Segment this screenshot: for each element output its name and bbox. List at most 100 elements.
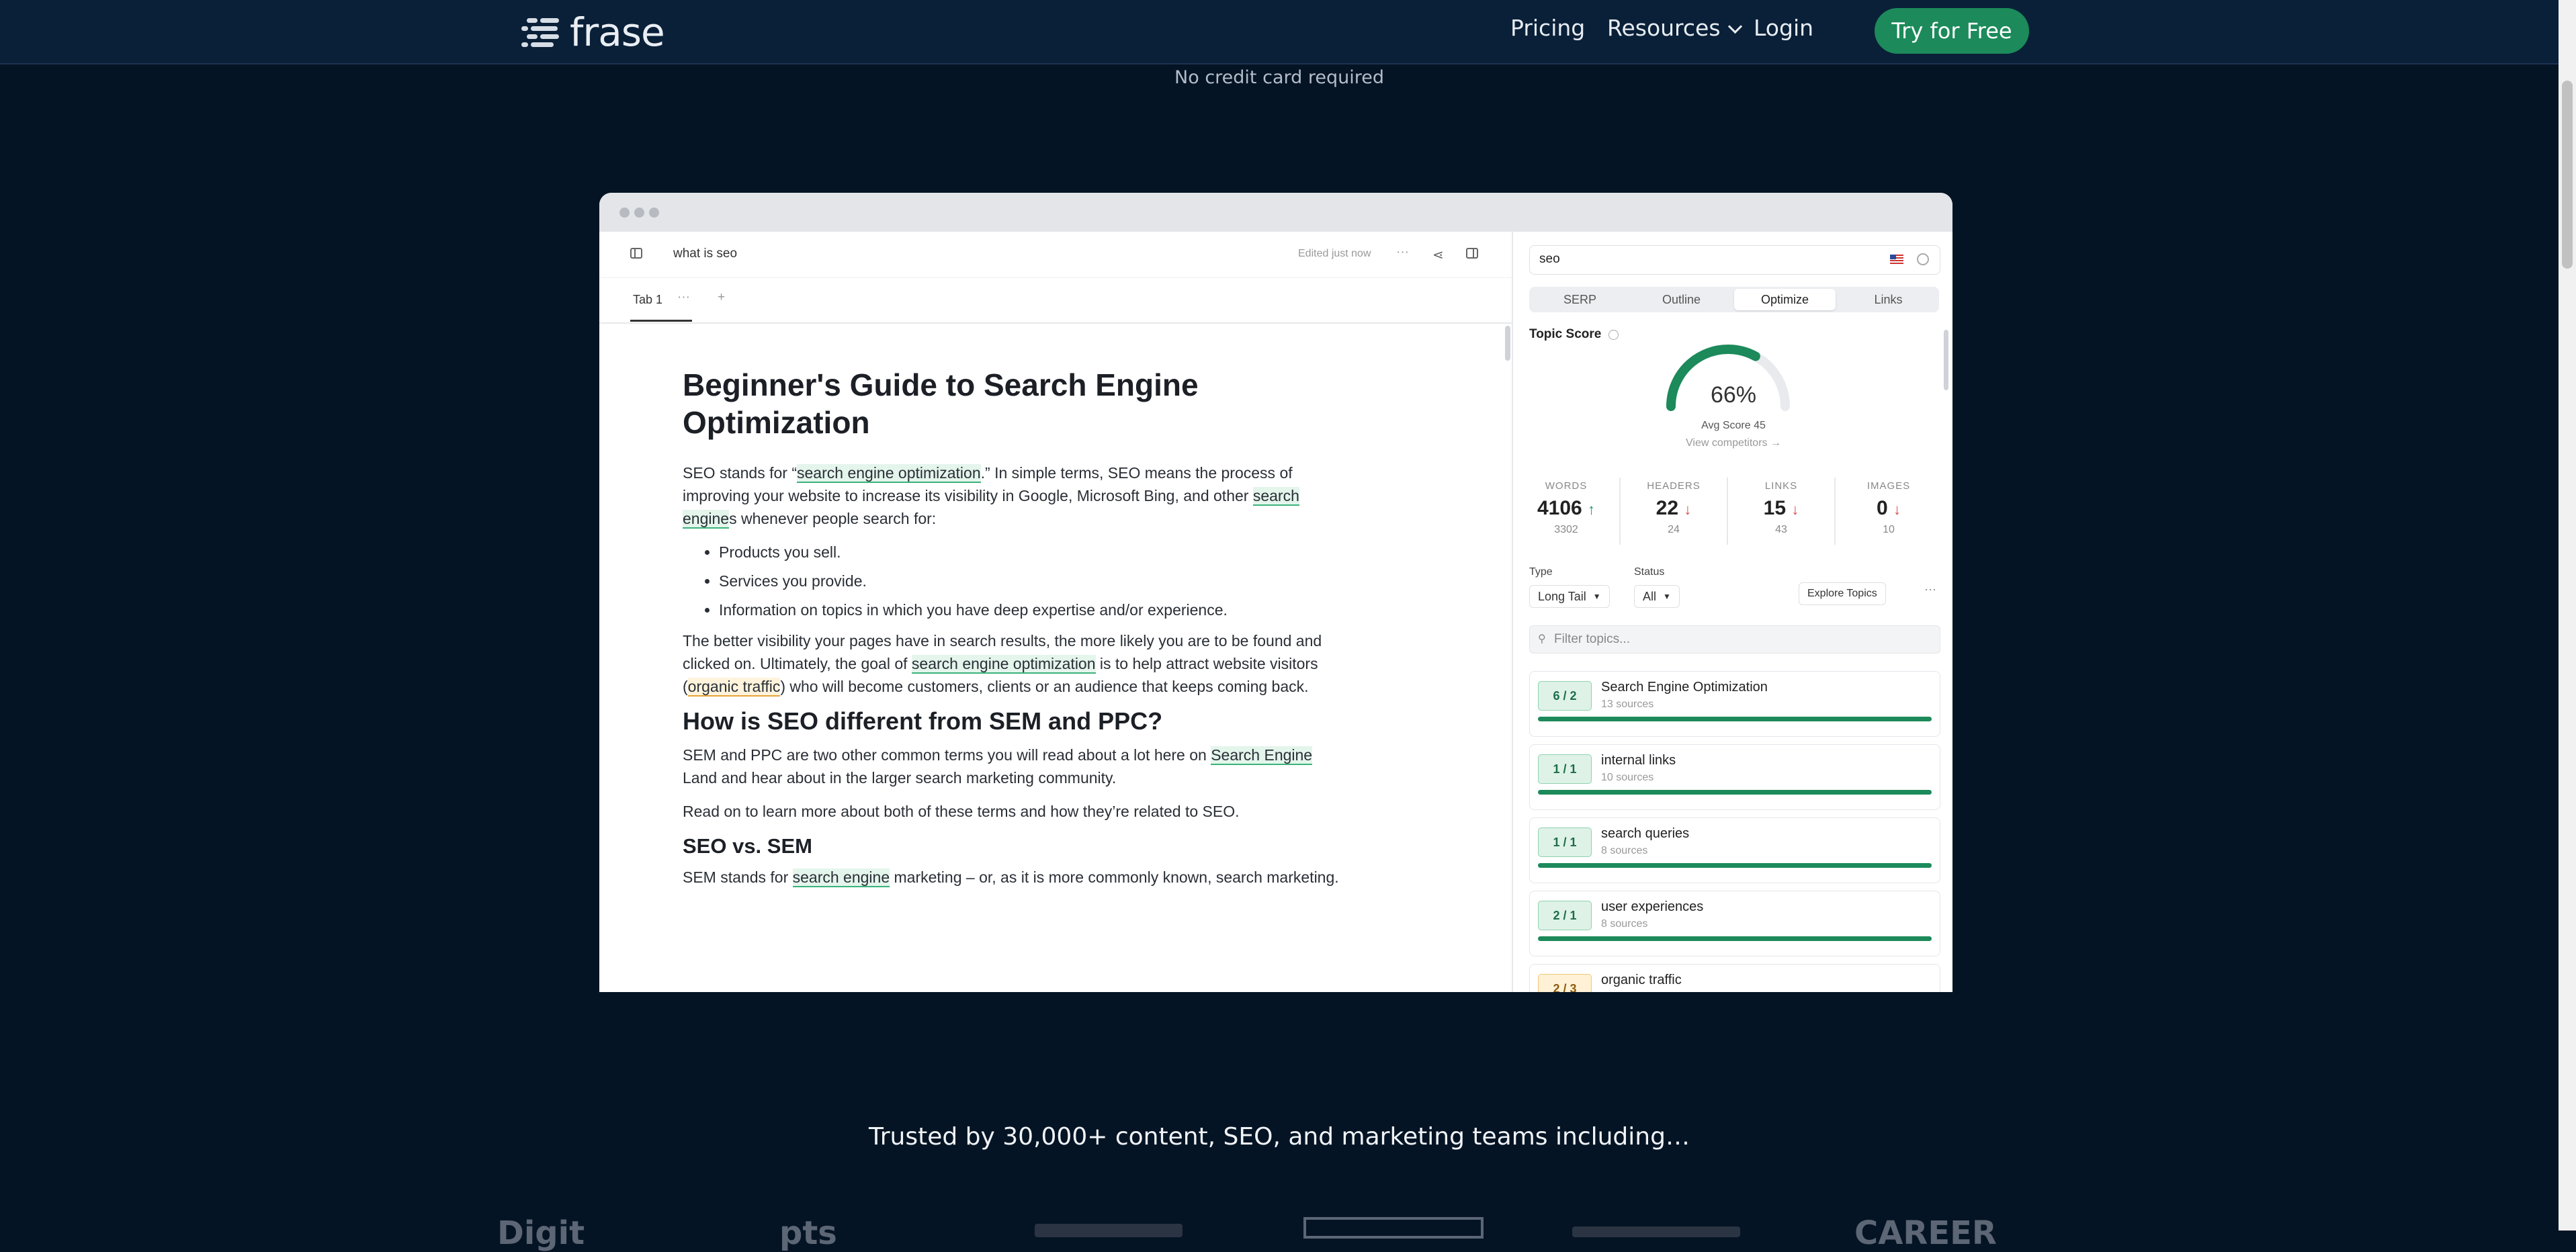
page-scrollbar-thumb[interactable]: [2562, 81, 2573, 269]
topic-progress-bar: [1538, 863, 1932, 868]
us-flag-icon: [1890, 255, 1903, 264]
panel-toggle-icon[interactable]: [1466, 248, 1478, 259]
paragraph: Read on to learn more about both of thes…: [683, 803, 1240, 820]
query-input[interactable]: seo: [1529, 245, 1940, 275]
topic-count-badge: 1 / 1: [1538, 828, 1592, 857]
partner-logo: [1303, 1217, 1484, 1239]
topic-score-value: 66%: [1710, 382, 1757, 408]
stat-label: LINKS: [1764, 480, 1798, 492]
panel-tabs: SERP Outline Optimize Links: [1529, 287, 1939, 312]
filter-topics-input[interactable]: ⚲ Filter topics...: [1529, 625, 1940, 654]
frase-logo-mark: [521, 11, 563, 53]
stat-value: 0 ↓: [1876, 497, 1901, 519]
list-item: Products you sell.: [719, 541, 1341, 564]
add-tab-icon[interactable]: +: [718, 290, 725, 305]
paragraph: The better visibility your pages have in…: [683, 632, 1322, 697]
topic-sources: 8 sources: [1601, 845, 1648, 856]
topic-name: Search Engine Optimization: [1601, 680, 1768, 695]
stat-target: 10: [1883, 524, 1895, 535]
topic-name: search queries: [1601, 826, 1690, 841]
paragraph: SEM and PPC are two other common terms y…: [683, 746, 1313, 787]
try-for-free-button[interactable]: Try for Free: [1875, 8, 2029, 54]
stat-value: 22 ↓: [1656, 497, 1692, 519]
section-heading: How is SEO different from SEM and PPC?: [683, 707, 1163, 735]
chevron-down-icon: [1727, 19, 1742, 34]
editor-tabs: Tab 1 ··· +: [599, 278, 1512, 324]
topic-item[interactable]: 1 / 1 internal links 10 sources: [1529, 744, 1940, 810]
partner-logo: Digit: [497, 1214, 585, 1252]
tab-optimize[interactable]: Optimize: [1734, 289, 1836, 310]
topic-item[interactable]: 1 / 1 search queries 8 sources: [1529, 817, 1940, 883]
info-icon[interactable]: [1608, 330, 1619, 340]
window-dot: [634, 208, 644, 218]
settings-icon[interactable]: [1917, 253, 1929, 265]
top-nav: frase Pricing Resources Login Try for Fr…: [0, 0, 2559, 64]
page-scrollbar[interactable]: [2559, 0, 2576, 1231]
panel-scrollbar[interactable]: [1944, 330, 1948, 390]
topic-count-badge: 2 / 1: [1538, 901, 1592, 930]
editor-scrollbar[interactable]: [1505, 326, 1510, 361]
topic-sources: 10 sources: [1601, 772, 1654, 783]
subsection-heading: SEO vs. SEM: [683, 834, 812, 858]
nav-pricing-link[interactable]: Pricing: [1510, 15, 1585, 41]
editor-pane: what is seo Edited just now ··· ⋖ Tab 1 …: [599, 232, 1512, 992]
stat-target: 43: [1775, 524, 1787, 535]
explore-topics-button[interactable]: Explore Topics: [1799, 582, 1886, 605]
more-options-icon[interactable]: ···: [1924, 582, 1936, 596]
topic-highlight: search engine optimization: [911, 655, 1096, 674]
stat-label: HEADERS: [1647, 480, 1701, 492]
partner-logo: [1572, 1226, 1740, 1237]
topic-sources: 8 sources: [1601, 918, 1648, 930]
tab-serp[interactable]: SERP: [1529, 287, 1631, 312]
topic-item[interactable]: 6 / 2 Search Engine Optimization 13 sour…: [1529, 671, 1940, 737]
filter-placeholder: Filter topics...: [1554, 632, 1630, 646]
stat-target: 24: [1668, 524, 1680, 535]
sidebar-toggle-icon[interactable]: [630, 248, 642, 259]
topic-sources: 13 sources: [1601, 699, 1654, 710]
tab-outline[interactable]: Outline: [1631, 287, 1732, 312]
tab-links[interactable]: Links: [1838, 287, 1939, 312]
partner-logo: pts: [779, 1214, 837, 1252]
nav-resources-menu[interactable]: Resources: [1607, 15, 1742, 41]
divider: [1727, 478, 1728, 545]
topic-highlight-warning: organic traffic: [687, 678, 781, 697]
topic-name: internal links: [1601, 753, 1676, 768]
optimize-panel: seo SERP Outline Optimize Links Topic Sc…: [1512, 232, 1952, 992]
no-credit-card-note: No credit card required: [1174, 67, 1384, 88]
more-options-icon[interactable]: ···: [1396, 245, 1409, 260]
document-heading: Beginner's Guide to Search Engine Optimi…: [683, 367, 1199, 440]
stat-words: WORDS 4106 ↑ 3302: [1516, 480, 1617, 536]
divider: [1619, 478, 1621, 545]
stat-links: LINKS 15 ↓ 43: [1731, 480, 1832, 536]
document-title[interactable]: what is seo: [673, 247, 737, 261]
topic-highlight: Search Engine: [1211, 746, 1313, 765]
partner-logo: [1035, 1224, 1183, 1237]
stat-label: WORDS: [1545, 480, 1588, 492]
stat-headers: HEADERS 22 ↓ 24: [1623, 480, 1724, 536]
topic-count-badge: 1 / 1: [1538, 754, 1592, 784]
topic-item[interactable]: 2 / 3 organic traffic: [1529, 964, 1940, 992]
stat-label: IMAGES: [1866, 480, 1911, 492]
view-competitors-link[interactable]: View competitors →: [1513, 437, 1952, 449]
type-select[interactable]: Long Tail ▼: [1529, 585, 1610, 608]
topic-highlight: search engine optimization: [797, 464, 981, 483]
chevron-down-icon: ▼: [1592, 592, 1601, 601]
frase-logo[interactable]: frase: [521, 9, 665, 55]
divider: [1834, 478, 1836, 545]
active-tab-underline: [630, 320, 692, 322]
type-value: Long Tail: [1538, 589, 1586, 603]
stat-value: 4106 ↑: [1537, 497, 1596, 519]
avg-score: Avg Score 45: [1701, 420, 1766, 431]
status-select[interactable]: All ▼: [1634, 585, 1680, 608]
arrow-down-icon: ↓: [1684, 501, 1692, 518]
partner-logo: CAREER: [1854, 1214, 1997, 1252]
share-icon[interactable]: ⋖: [1432, 247, 1444, 263]
tab-1[interactable]: Tab 1: [633, 293, 662, 307]
nav-login-link[interactable]: Login: [1754, 15, 1813, 41]
stat-images: IMAGES 0 ↓ 10: [1838, 480, 1939, 536]
topic-progress-bar: [1538, 790, 1932, 795]
topic-item[interactable]: 2 / 1 user experiences 8 sources: [1529, 891, 1940, 956]
document-body[interactable]: Beginner's Guide to Search Engine Optimi…: [683, 366, 1341, 899]
tab-options-icon[interactable]: ···: [677, 290, 690, 305]
edit-status: Edited just now: [1298, 248, 1371, 259]
